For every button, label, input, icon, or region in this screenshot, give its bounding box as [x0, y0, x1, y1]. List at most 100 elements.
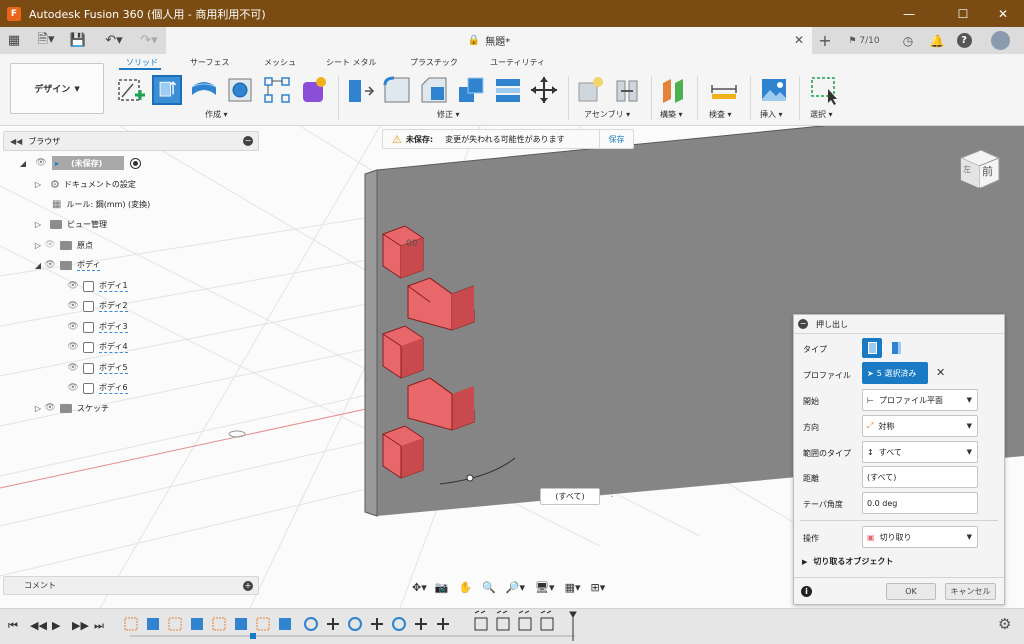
- redo-icon[interactable]: ↷▾: [135, 31, 163, 50]
- create-sketch-icon[interactable]: [116, 75, 146, 105]
- type-thin-extrude-button[interactable]: [886, 338, 906, 358]
- tree-expand-icon[interactable]: ▷: [33, 241, 43, 250]
- insert-image-icon[interactable]: [759, 75, 789, 105]
- chamfer-icon[interactable]: [419, 75, 449, 105]
- operation-dropdown[interactable]: ▣ 切り取り ▼: [862, 526, 978, 548]
- visibility-eye-icon[interactable]: 👁: [66, 383, 80, 393]
- pattern-icon[interactable]: [262, 75, 292, 105]
- tree-item-named-views[interactable]: ▷ ビュー管理: [33, 215, 107, 233]
- step-forward-icon[interactable]: ▶▶: [72, 619, 89, 632]
- create-form-icon[interactable]: [299, 75, 329, 105]
- timeline-marker[interactable]: [250, 633, 256, 639]
- dialog-header[interactable]: − 押し出し: [794, 315, 1004, 334]
- tree-item-body[interactable]: 👁 ボディ1: [66, 277, 128, 295]
- save-button[interactable]: 保存: [599, 130, 633, 148]
- tree-item-sketches[interactable]: ▷ 👁 スケッチ: [33, 399, 109, 417]
- tab-plastic[interactable]: プラスチック: [410, 57, 458, 68]
- tree-expand-icon[interactable]: ▷: [33, 404, 43, 413]
- tree-item-body[interactable]: 👁 ボディ6: [66, 379, 128, 397]
- group-insert[interactable]: 挿入 ▾: [760, 109, 783, 120]
- objects-to-cut-section[interactable]: ▶ 切り取るオブジェクト: [802, 556, 893, 567]
- extent-type-dropdown[interactable]: ↕ すべて ▼: [862, 441, 978, 463]
- cancel-button[interactable]: キャンセル: [945, 583, 996, 600]
- tab-utility[interactable]: ユーティリティ: [490, 57, 545, 68]
- group-create[interactable]: 作成 ▾: [205, 109, 228, 120]
- ok-button[interactable]: OK: [886, 583, 936, 600]
- minus-circle-icon[interactable]: −: [243, 136, 253, 146]
- tab-solid[interactable]: ソリッド: [126, 57, 158, 68]
- more-options-icon[interactable]: ⋮: [607, 488, 617, 499]
- taper-angle-input[interactable]: 0.0 deg: [862, 492, 978, 514]
- tab-sheet-metal[interactable]: シート メタル: [326, 57, 377, 68]
- close-icon[interactable]: ✕: [980, 0, 1024, 27]
- new-tab-plus-icon[interactable]: +: [815, 30, 835, 51]
- visibility-eye-icon[interactable]: 👁: [43, 240, 57, 250]
- type-extrude-button[interactable]: [862, 338, 882, 358]
- tree-item-bodies[interactable]: ◢ 👁 ボディ: [33, 256, 101, 274]
- workspace-switcher[interactable]: デザイン ▼: [10, 63, 104, 114]
- start-dropdown[interactable]: ⊢ プロファイル平面 ▼: [862, 389, 978, 411]
- split-body-icon[interactable]: [493, 75, 523, 105]
- visibility-eye-icon[interactable]: 👁: [66, 301, 80, 311]
- zoom-window-icon[interactable]: 🔎▾: [506, 581, 525, 594]
- view-cube[interactable]: 前 左: [957, 146, 1003, 192]
- group-assemble[interactable]: アセンブリ ▾: [584, 109, 630, 120]
- tree-expand-icon[interactable]: ▷: [33, 220, 43, 229]
- timeline-playhead[interactable]: [569, 611, 577, 641]
- save-icon[interactable]: 💾: [70, 31, 86, 50]
- go-to-end-icon[interactable]: ⏭: [94, 619, 104, 633]
- group-construct[interactable]: 構築 ▾: [660, 109, 683, 120]
- group-select[interactable]: 選択 ▾: [810, 109, 833, 120]
- extrude-icon[interactable]: [152, 75, 182, 105]
- document-tab[interactable]: 🔒 無題* ✕: [166, 27, 812, 54]
- tree-expand-icon[interactable]: ◢: [18, 159, 28, 168]
- distance-input-overlay[interactable]: (すべて): [540, 488, 600, 505]
- visibility-eye-icon[interactable]: 👁: [66, 322, 80, 332]
- timeline-features[interactable]: [120, 609, 580, 644]
- revolve-icon[interactable]: [189, 75, 219, 105]
- activate-radio-icon[interactable]: [130, 157, 141, 169]
- help-icon[interactable]: ?: [955, 30, 973, 51]
- tab-surface[interactable]: サーフェス: [190, 57, 230, 68]
- minimize-icon[interactable]: —: [886, 0, 932, 27]
- visibility-eye-icon[interactable]: 👁: [43, 403, 57, 413]
- capture-image-icon[interactable]: 📷: [435, 581, 449, 594]
- zoom-icon[interactable]: 🔍: [482, 581, 496, 594]
- play-icon[interactable]: ▶: [52, 619, 60, 632]
- job-status[interactable]: ⚑ 7/10: [845, 30, 883, 51]
- timeline-settings-gear-icon[interactable]: ⚙: [998, 615, 1011, 633]
- tree-item-units[interactable]: ▦ ルール: 鋼(mm) (変換): [52, 195, 150, 213]
- collapse-dialog-icon[interactable]: −: [798, 319, 808, 329]
- offset-plane-icon[interactable]: [659, 75, 689, 105]
- grid-settings-icon[interactable]: ▦▾: [565, 581, 581, 594]
- press-pull-icon[interactable]: [345, 75, 375, 105]
- go-to-start-icon[interactable]: ⏮: [8, 619, 18, 633]
- measure-icon[interactable]: [709, 75, 739, 105]
- tab-mesh[interactable]: メッシュ: [264, 57, 296, 68]
- visibility-eye-icon[interactable]: 👁: [66, 363, 80, 373]
- step-back-icon[interactable]: ◀◀: [30, 619, 47, 632]
- hole-icon[interactable]: [226, 75, 256, 105]
- visibility-eye-icon[interactable]: 👁: [43, 260, 57, 270]
- direction-dropdown[interactable]: ⤢ 対称 ▼: [862, 415, 978, 437]
- profile-selection[interactable]: ➤ 5 選択済み: [862, 362, 928, 384]
- info-icon[interactable]: i: [801, 586, 812, 597]
- move-copy-icon[interactable]: [529, 75, 559, 105]
- tree-expand-icon[interactable]: ◢: [33, 261, 43, 270]
- fillet-icon[interactable]: [382, 75, 412, 105]
- select-icon[interactable]: [809, 75, 839, 105]
- tree-item-origin[interactable]: ▷ 👁 原点: [33, 236, 93, 254]
- tree-item-document-settings[interactable]: ▷ ⚙ ドキュメントの設定: [33, 175, 136, 193]
- file-menu-icon[interactable]: 🗎▾: [32, 31, 60, 50]
- tree-expand-icon[interactable]: ▷: [33, 180, 43, 189]
- tree-item-body[interactable]: 👁 ボディ4: [66, 338, 128, 356]
- display-settings-icon[interactable]: 🖥▾: [535, 581, 555, 594]
- undo-icon[interactable]: ↶▾: [100, 31, 128, 50]
- group-inspect[interactable]: 検査 ▾: [709, 109, 732, 120]
- tree-root[interactable]: ◢ 👁 ▸ (未保存): [18, 154, 141, 172]
- group-modify[interactable]: 修正 ▾: [437, 109, 460, 120]
- viewports-icon[interactable]: ⊞▾: [591, 581, 606, 594]
- distance-input[interactable]: (すべて): [862, 466, 978, 488]
- comments-panel[interactable]: コメント +: [3, 576, 259, 595]
- close-tab-icon[interactable]: ✕: [794, 33, 804, 47]
